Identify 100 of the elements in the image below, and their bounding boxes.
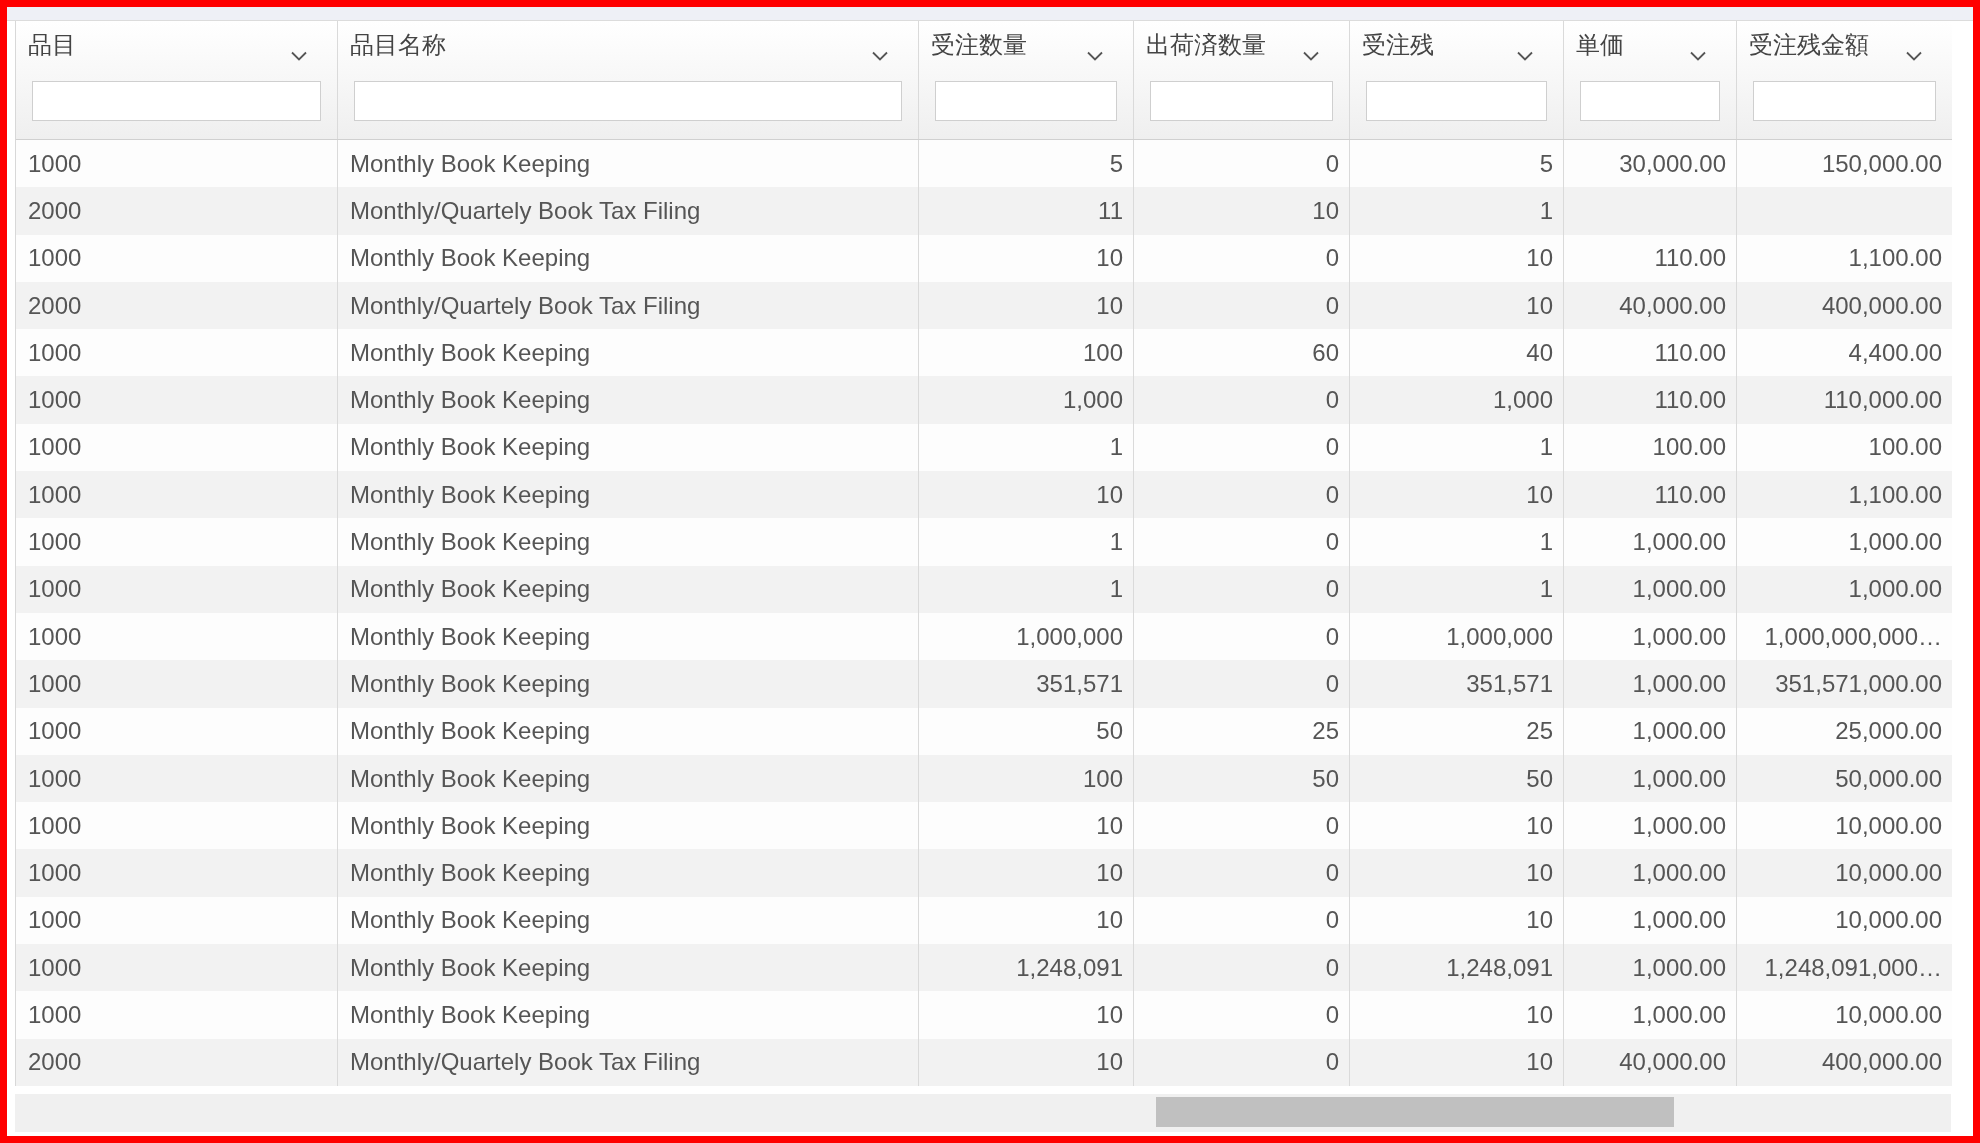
table-cell: Monthly Book Keeping — [350, 386, 591, 415]
table-cell: Monthly Book Keeping — [350, 764, 591, 793]
table-cell: 1000 — [28, 338, 82, 367]
table-cell: 110.00 — [1654, 386, 1726, 415]
table-cell: 400,000.00 — [1821, 1048, 1942, 1077]
table-cell: 1,000.00 — [1632, 1001, 1726, 1029]
table-cell: Monthly Book Keeping — [350, 528, 591, 556]
scrollbar-thumb[interactable] — [1156, 1096, 1674, 1127]
chevron-down-icon[interactable] — [1517, 51, 1533, 61]
table-cell: 100 — [1082, 338, 1123, 367]
table-cell: 60 — [1312, 338, 1339, 367]
table-cell: Monthly Book Keeping — [350, 244, 591, 273]
table-cell: 1,000.00 — [1848, 528, 1942, 556]
table-cell: Monthly/Quartely Book Tax Filing — [350, 291, 701, 320]
filter-field[interactable] — [32, 81, 321, 121]
table-cell: Monthly Book Keeping — [350, 433, 591, 462]
table-cell: 5 — [1109, 149, 1123, 178]
column-title[interactable]: 品目名称 — [350, 31, 446, 59]
table-cell: 1 — [1539, 575, 1553, 604]
table-cell: 50 — [1312, 764, 1339, 793]
table-cell: 1 — [1539, 196, 1553, 225]
table-cell: 1000 — [28, 480, 82, 509]
table-cell: 50,000.00 — [1835, 764, 1942, 793]
table-cell: 1,000,000 — [1016, 622, 1123, 651]
chevron-down-icon[interactable] — [1087, 51, 1103, 61]
table-cell: 0 — [1325, 622, 1339, 651]
table-cell: 1,248,091 — [1446, 953, 1553, 982]
table-cell: 110,000.00 — [1823, 386, 1942, 415]
filter-field[interactable] — [1366, 81, 1547, 121]
column-title[interactable]: 受注残金額 — [1749, 31, 1869, 59]
column-title[interactable]: 単価 — [1576, 31, 1624, 59]
table-cell: 0 — [1325, 244, 1339, 273]
chevron-down-icon[interactable] — [1690, 51, 1706, 61]
table-cell: 10,000.00 — [1835, 811, 1942, 840]
table-cell: 1,000.00 — [1632, 717, 1726, 746]
table-cell: 1,248,091,000… — [1764, 953, 1942, 982]
table-cell: 10 — [1526, 906, 1553, 935]
column-title[interactable]: 受注数量 — [931, 31, 1027, 59]
table-cell: 10 — [1096, 291, 1123, 320]
table-cell: 0 — [1325, 480, 1339, 509]
table-cell: 100.00 — [1868, 433, 1942, 462]
chevron-down-icon[interactable] — [291, 51, 307, 61]
table-cell: 10 — [1096, 480, 1123, 509]
table-cell: Monthly/Quartely Book Tax Filing — [350, 196, 701, 225]
table-cell: 10 — [1096, 906, 1123, 935]
table-cell: 1000 — [28, 859, 82, 888]
table-cell: 1 — [1109, 528, 1123, 556]
table-cell: 25 — [1312, 717, 1339, 746]
filter-field[interactable] — [1150, 81, 1333, 121]
table-cell: 10 — [1096, 1001, 1123, 1029]
table-cell: 10 — [1526, 859, 1553, 888]
column-title[interactable]: 受注残 — [1362, 31, 1434, 59]
table-cell: Monthly Book Keeping — [350, 149, 591, 178]
table-cell: 1000 — [28, 528, 82, 556]
table-cell: 1 — [1539, 528, 1553, 556]
table-cell: 0 — [1325, 906, 1339, 935]
table-cell: 1,000.00 — [1632, 528, 1726, 556]
table-cell: 1,100.00 — [1848, 480, 1942, 509]
table-cell: Monthly Book Keeping — [350, 906, 591, 935]
table-cell: 1,000.00 — [1632, 622, 1726, 651]
table-cell: 40 — [1526, 338, 1553, 367]
table-cell: 1000 — [28, 433, 82, 462]
table-cell: Monthly Book Keeping — [350, 338, 591, 367]
table-cell: 351,571 — [1036, 669, 1123, 698]
table-cell: 351,571,000.00 — [1775, 669, 1942, 698]
table-cell: 0 — [1325, 811, 1339, 840]
table-cell: Monthly Book Keeping — [350, 717, 591, 746]
table-cell: 10 — [1526, 480, 1553, 509]
chevron-down-icon[interactable] — [1906, 51, 1922, 61]
table-cell: 1,000 — [1062, 386, 1123, 415]
table-cell: Monthly Book Keeping — [350, 811, 591, 840]
table-cell: 10 — [1526, 291, 1553, 320]
filter-field[interactable] — [1580, 81, 1720, 121]
filter-field[interactable] — [1753, 81, 1936, 121]
filter-field[interactable] — [354, 81, 902, 121]
table-cell: 0 — [1325, 575, 1339, 604]
table-cell: 0 — [1325, 1001, 1339, 1029]
chevron-down-icon[interactable] — [872, 51, 888, 61]
chevron-down-icon[interactable] — [1303, 51, 1319, 61]
table-cell: 25,000.00 — [1835, 717, 1942, 746]
table-cell: 1000 — [28, 669, 82, 698]
horizontal-scrollbar[interactable] — [15, 1093, 1951, 1132]
table-cell: 1000 — [28, 149, 82, 178]
table-cell: 0 — [1325, 149, 1339, 178]
table-cell: 1,000.00 — [1632, 953, 1726, 982]
table-cell: 100 — [1082, 764, 1123, 793]
table-cell: 1,100.00 — [1848, 244, 1942, 273]
table-cell: 1000 — [28, 906, 82, 935]
table-cell: Monthly Book Keeping — [350, 953, 591, 982]
table-cell: 0 — [1325, 953, 1339, 982]
table-cell: 1 — [1109, 433, 1123, 462]
column-title[interactable]: 品目 — [28, 31, 76, 59]
table-cell: 25 — [1526, 717, 1553, 746]
table-cell: 10 — [1312, 196, 1339, 225]
table-cell: 0 — [1325, 859, 1339, 888]
filter-field[interactable] — [935, 81, 1117, 121]
table-cell: 4,400.00 — [1848, 338, 1942, 367]
column-title[interactable]: 出荷済数量 — [1146, 31, 1266, 59]
table-cell: Monthly Book Keeping — [350, 669, 591, 698]
table-cell: 1,000.00 — [1632, 906, 1726, 935]
